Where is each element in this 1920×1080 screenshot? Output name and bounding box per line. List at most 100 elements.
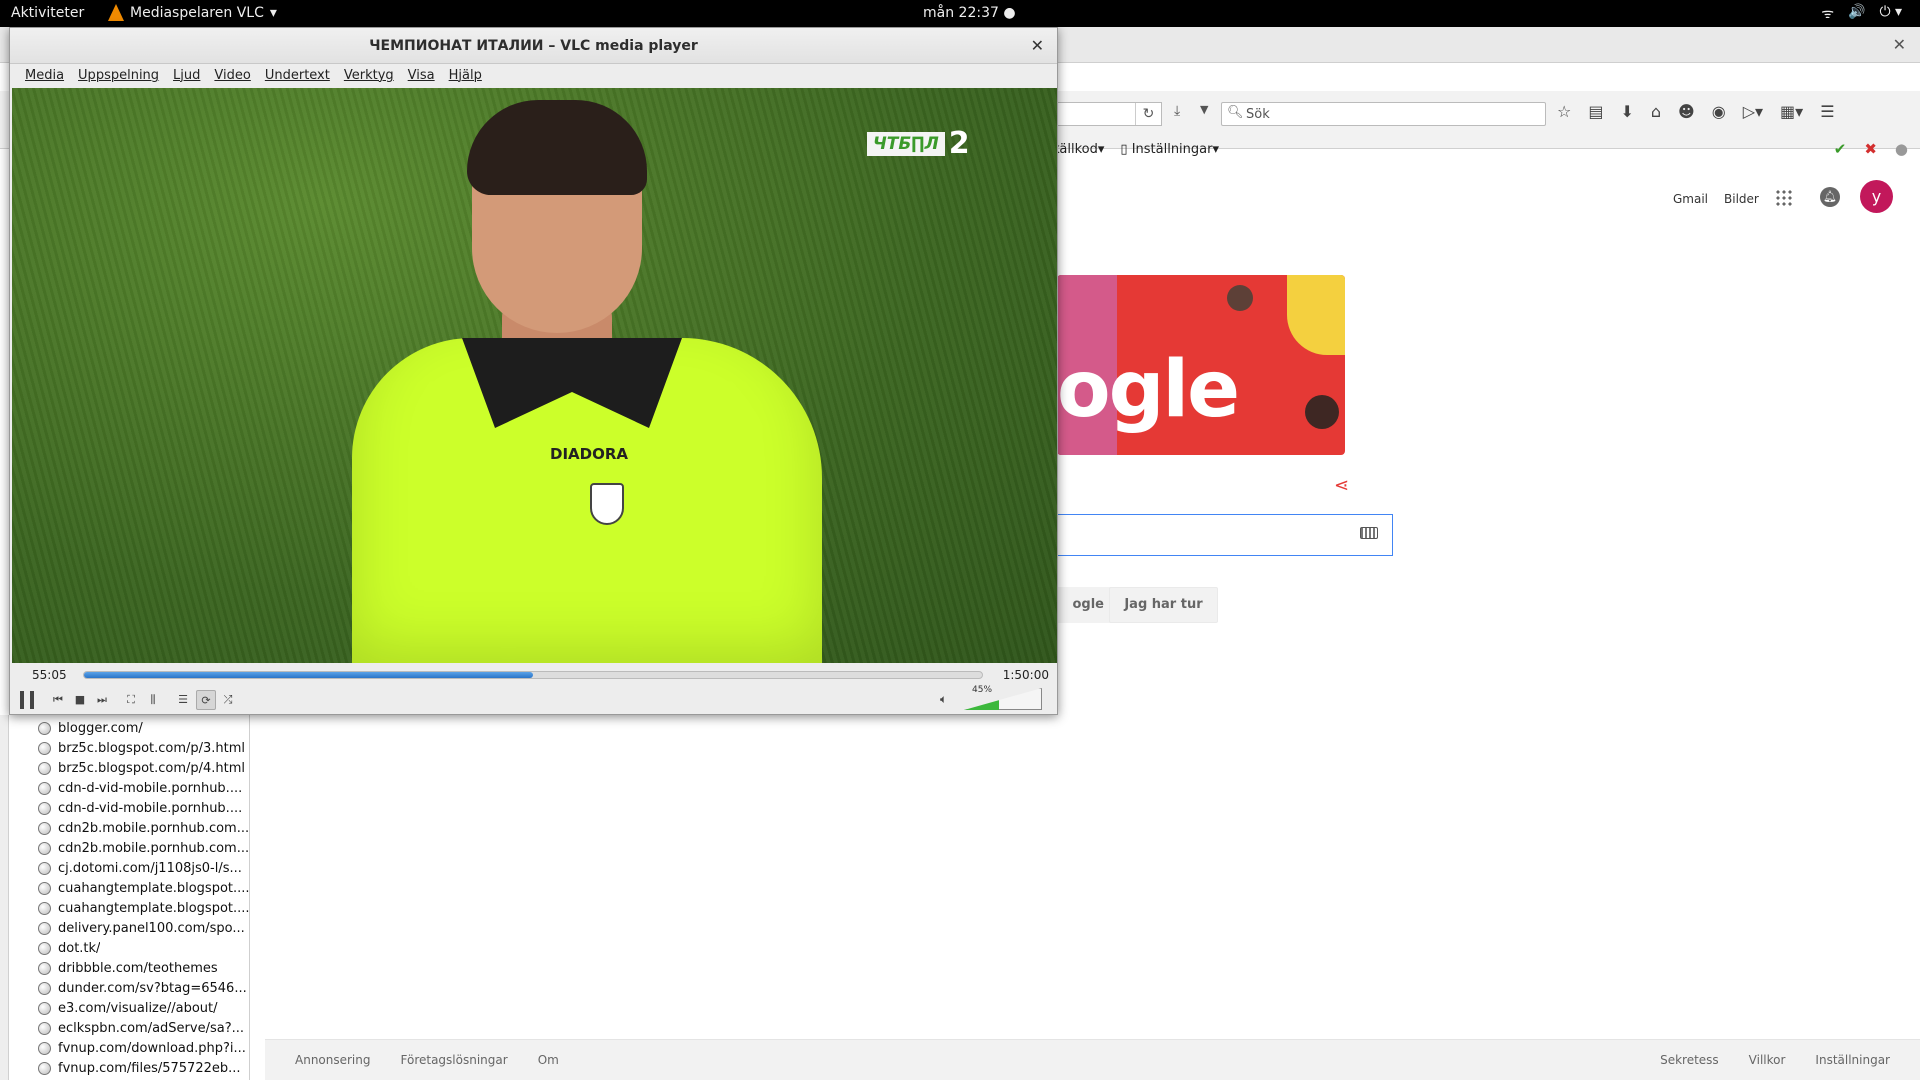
chevron-down-icon[interactable]: ▼ [1200,103,1208,116]
fullscreen-button[interactable]: ⛶ [123,690,139,710]
google-search-input[interactable] [1057,514,1393,556]
list-item[interactable]: cdn-d-vid-mobile.pornhub.... [38,778,250,798]
check-icon[interactable]: ✔ [1834,140,1847,158]
google-footer: Annonsering Företagslösningar Om Sekrete… [265,1039,1920,1080]
menu-subtitle[interactable]: Undertext [258,64,337,88]
google-doodle[interactable]: ogle [1057,275,1345,455]
list-item[interactable]: eclkspbn.com/adServe/sa?... [38,1018,250,1038]
footer-link-advertising[interactable]: Annonsering [295,1053,371,1067]
activities-button[interactable]: Aktiviteter [11,5,84,21]
globe-icon [38,841,51,855]
stop-icon[interactable]: ✖ [1864,140,1877,158]
list-item[interactable]: cuahangtemplate.blogspot.... [38,878,250,898]
list-item[interactable]: cuahangtemplate.blogspot.... [38,898,250,918]
keyboard-icon[interactable] [1360,527,1378,539]
globe-icon [38,921,51,935]
close-icon[interactable]: ✕ [1031,28,1044,64]
clock[interactable]: mån 22:37 ● [923,5,1016,21]
hamburger-menu-icon[interactable]: ☰ [1820,102,1834,121]
total-time[interactable]: 1:50:00 [1003,668,1049,682]
loop-button[interactable]: ⟳ [196,690,216,710]
vlc-menubar: Media Uppspelning Ljud Video Undertext V… [10,64,1057,88]
menu-video[interactable]: Video [207,64,257,88]
list-item[interactable]: fvnup.com/download.php?i... [38,1038,250,1058]
circle-icon[interactable]: ● [1895,140,1908,158]
extension-grid-icon[interactable]: ▦▾ [1780,102,1803,121]
footer-link-business[interactable]: Företagslösningar [401,1053,508,1067]
home-icon[interactable]: ⌂ [1651,102,1661,121]
italy-badge-icon [590,483,624,525]
menu-tools[interactable]: Verktyg [337,64,401,88]
menu-view[interactable]: Visa [401,64,442,88]
menu-media[interactable]: Media [18,64,71,88]
extension-blue-icon[interactable]: ◉ [1712,102,1726,121]
close-icon[interactable]: ✕ [1893,35,1906,54]
menu-playback[interactable]: Uppspelning [71,64,166,88]
apps-grid-icon[interactable] [1775,189,1793,207]
history-url: dunder.com/sv?btag=6546... [58,980,247,996]
notifications-icon[interactable]: 🔔︎ [1820,187,1840,207]
volume-slider[interactable]: 45% [964,685,1042,710]
lucky-button[interactable]: Jag har tur [1109,587,1218,623]
images-link[interactable]: Bilder [1724,192,1759,206]
avatar[interactable]: y [1860,180,1893,213]
shuffle-button[interactable]: ⤮ [220,690,236,710]
footer-link-settings[interactable]: Inställningar [1815,1053,1890,1067]
list-item[interactable]: e3.com/visualize//about/ [38,998,250,1018]
list-item[interactable]: fvnup.com/files/575722eb... [38,1058,250,1078]
google-search-button[interactable]: ogle [1057,587,1113,623]
search-placeholder: Sök [1246,107,1270,122]
menu-audio[interactable]: Ljud [166,64,207,88]
list-item[interactable]: dot.tk/ [38,938,250,958]
seek-progress [84,672,533,678]
list-item[interactable]: delivery.panel100.com/spo... [38,918,250,938]
footer-link-privacy[interactable]: Sekretess [1660,1053,1719,1067]
stop-button[interactable]: ■ [72,690,88,710]
list-item[interactable]: cdn-d-vid-mobile.pornhub.... [38,798,250,818]
share-icon[interactable]: ⋖ [1334,475,1349,496]
globe-icon [38,1001,51,1015]
video-area[interactable]: DIADORA ЧТБ∏Л 2 [12,88,1057,663]
system-tray[interactable]: ᯤ 🔊 ⏻ ▾ [1821,4,1902,23]
sidebar-scrollbar[interactable] [0,715,9,1080]
previous-button[interactable]: ⏮ [50,690,66,710]
footer-link-about[interactable]: Om [538,1053,559,1067]
menu-help[interactable]: Hjälp [442,64,489,88]
power-icon[interactable]: ⏻ ▾ [1879,4,1902,23]
bookmarks-toolbar: a källkod▾ ▯ Inställningar▾ [1040,142,1219,157]
extended-settings-button[interactable]: ⫼ [145,690,161,710]
gmail-link[interactable]: Gmail [1673,192,1708,206]
next-button[interactable]: ⏭ [94,690,110,710]
download-arrow-icon[interactable]: ⤓ [1174,103,1180,119]
list-item[interactable]: cdn2b.mobile.pornhub.com... [38,818,250,838]
seek-slider[interactable] [83,671,983,679]
elapsed-time: 55:05 [32,668,67,682]
bookmark-settings[interactable]: ▯ Inställningar▾ [1120,142,1219,157]
reload-icon[interactable]: ↻ [1135,103,1161,125]
vlc-window: ЧЕМПИОНАТ ИТАЛИИ – VLC media player ✕ Me… [9,27,1058,715]
addon-icons: ✔ ✖ ● [1834,140,1908,158]
globe-icon [38,941,51,955]
footer-link-terms[interactable]: Villkor [1749,1053,1786,1067]
pause-button[interactable] [20,691,34,709]
list-item[interactable]: dunder.com/sv?btag=6546... [38,978,250,998]
playlist-button[interactable]: ☰ [175,690,191,710]
reading-list-icon[interactable]: ▤ [1588,102,1603,121]
bookmark-star-icon[interactable]: ☆ [1557,102,1571,121]
list-item[interactable]: brz5c.blogspot.com/p/3.html [38,738,250,758]
volume-icon[interactable]: 🔈︎ [940,692,947,707]
list-item[interactable]: brz5c.blogspot.com/p/4.html [38,758,250,778]
list-item[interactable]: dribbble.com/teothemes [38,958,250,978]
search-input[interactable]: 🔍︎ Sök [1221,102,1546,126]
download-icon[interactable]: ⬇ [1620,102,1633,121]
extension-play-icon[interactable]: ▷▾ [1743,102,1763,121]
list-item[interactable]: blogger.com/ [38,718,250,738]
doodle-figure [1305,395,1339,429]
list-item[interactable]: cdn2b.mobile.pornhub.com... [38,838,250,858]
chat-icon[interactable]: ☻ [1678,102,1695,121]
wifi-icon[interactable]: ᯤ [1821,4,1834,23]
app-menu[interactable]: Mediaspelaren VLC ▾ [108,4,277,21]
list-item[interactable]: cj.dotomi.com/j1108js0-l/s... [38,858,250,878]
volume-icon[interactable]: 🔊 [1848,4,1865,23]
vlc-titlebar[interactable]: ЧЕМПИОНАТ ИТАЛИИ – VLC media player ✕ [10,28,1057,64]
